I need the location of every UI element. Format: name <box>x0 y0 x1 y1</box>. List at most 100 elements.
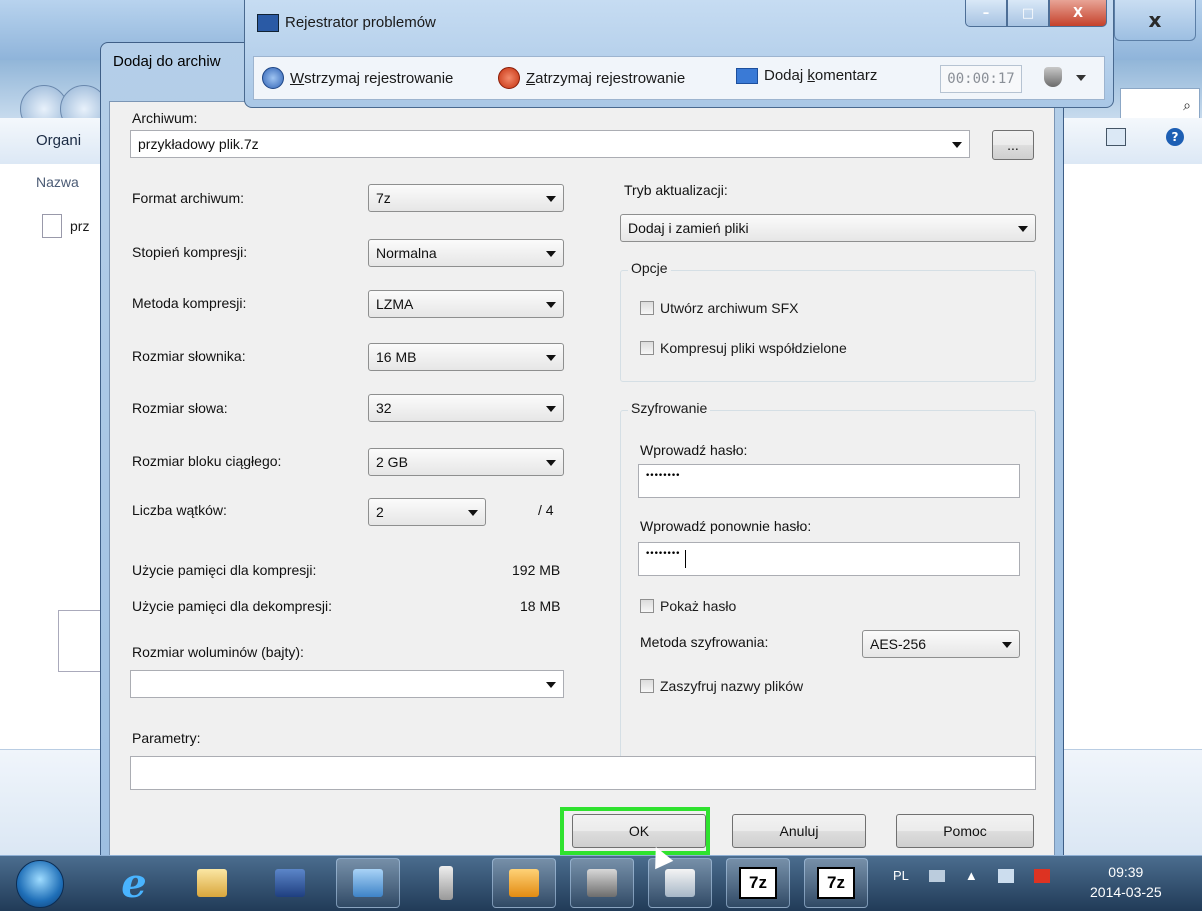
chevron-down-icon <box>952 142 962 148</box>
block-select[interactable]: 2 GB <box>368 448 564 476</box>
word-select[interactable]: 32 <box>368 394 564 422</box>
system-tray: PL ▲ <box>893 868 1050 883</box>
show-password-checkbox[interactable]: Pokaż hasło <box>640 598 736 614</box>
format-value: 7z <box>376 190 391 206</box>
dict-label: Rozmiar słownika: <box>132 348 246 364</box>
add-to-archive-dialog: Dodaj do archiw Archiwum: przykładowy pl… <box>100 42 1064 861</box>
recorder-app-icon <box>257 14 279 32</box>
sfx-checkbox[interactable]: Utwórz archiwum SFX <box>640 300 798 316</box>
dialog-title: Dodaj do archiw <box>113 53 221 70</box>
column-header-name[interactable]: Nazwa <box>36 174 79 190</box>
volume-combo[interactable] <box>130 670 564 698</box>
maximize-button[interactable]: □ <box>1007 0 1049 27</box>
cancel-button[interactable]: Anuluj <box>732 814 866 848</box>
problem-recorder-window: Rejestrator problemów – □ X Wstrzymaj re… <box>244 0 1114 108</box>
threads-value: 2 <box>376 504 384 520</box>
recorder-toolbar: Wstrzymaj rejestrowanie Zatrzymaj rejest… <box>253 56 1105 100</box>
window-icon <box>665 869 695 897</box>
chevron-down-icon <box>546 302 556 308</box>
clock-time: 09:39 <box>1108 864 1144 880</box>
keyboard-icon[interactable] <box>928 869 945 882</box>
sevenzip-button-2[interactable]: 7z <box>804 858 868 908</box>
encrypt-names-label: Zaszyfruj nazwy plików <box>660 678 804 694</box>
block-label: Rozmiar bloku ciągłego: <box>132 453 282 469</box>
sfx-label: Utwórz archiwum SFX <box>660 300 799 316</box>
comment-label: omentarz <box>814 67 878 84</box>
language-indicator[interactable]: PL <box>893 868 909 883</box>
chevron-down-icon <box>546 355 556 361</box>
help-button[interactable]: Pomoc <box>896 814 1034 848</box>
clock[interactable]: 09:39 2014-03-25 <box>1090 862 1162 902</box>
update-label: Tryb aktualizacji: <box>624 182 728 198</box>
checkbox-box <box>640 301 654 315</box>
checkbox-box <box>640 679 654 693</box>
chevron-down-icon <box>1002 642 1012 648</box>
archive-path-combo[interactable]: przykładowy plik.7z <box>130 130 970 158</box>
comment-hotkey: k <box>807 67 815 84</box>
control-panel-button[interactable] <box>336 858 400 908</box>
pause-icon <box>262 67 284 89</box>
comment-pre: Dodaj <box>764 67 808 84</box>
explorer-taskbar-button[interactable] <box>180 858 244 908</box>
pause-label: strzymaj rejestrowanie <box>304 69 454 87</box>
method-value: LZMA <box>376 296 414 312</box>
explorer-close-button[interactable]: x <box>1114 0 1196 41</box>
outlook-button[interactable] <box>492 858 556 908</box>
recorder-taskbar-button[interactable] <box>570 858 634 908</box>
threads-select[interactable]: 2 <box>368 498 486 526</box>
shared-label: Kompresuj pliki współdzielone <box>660 340 847 356</box>
help-icon[interactable]: ? <box>1166 128 1184 146</box>
password-field[interactable]: •••••••• <box>638 464 1020 498</box>
chevron-down-icon <box>1018 226 1028 232</box>
encrypt-names-checkbox[interactable]: Zaszyfruj nazwy plików <box>640 678 803 694</box>
show-hidden-icons-icon[interactable]: ▲ <box>965 868 978 883</box>
mem-decomp-value: 18 MB <box>520 598 561 614</box>
enc-method-label: Metoda szyfrowania: <box>640 634 769 650</box>
method-select[interactable]: LZMA <box>368 290 564 318</box>
recorder-title: Rejestrator problemów <box>285 14 436 31</box>
internet-explorer-button[interactable]: e <box>102 858 166 908</box>
close-button[interactable]: X <box>1049 0 1107 27</box>
network-status-icon[interactable] <box>997 868 1014 883</box>
method-label: Metoda kompresji: <box>132 295 247 311</box>
archive-path-value: przykładowy plik.7z <box>138 136 259 152</box>
minimize-button[interactable]: – <box>965 0 1007 27</box>
pause-recording-button[interactable]: Wstrzymaj rejestrowanie <box>262 67 453 89</box>
recording-timer: 00:00:17 <box>940 65 1022 93</box>
stop-label: atrzymaj rejestrowanie <box>535 69 686 87</box>
password-confirm-field[interactable]: •••••••• <box>638 542 1020 576</box>
chevron-down-icon <box>468 510 478 516</box>
enc-method-select[interactable]: AES-256 <box>862 630 1020 658</box>
dict-value: 16 MB <box>376 349 417 365</box>
sevenzip-button-1[interactable]: 7z <box>726 858 790 908</box>
7zip-icon: 7z <box>817 867 855 899</box>
add-comment-button[interactable]: Dodaj komentarz <box>736 67 877 84</box>
format-select[interactable]: 7z <box>368 184 564 212</box>
document-icon <box>42 214 62 238</box>
options-title: Opcje <box>628 260 671 276</box>
stop-recording-button[interactable]: Zatrzymaj rejestrowanie <box>498 67 685 89</box>
threads-label: Liczba wątków: <box>132 502 227 518</box>
volume-muted-icon[interactable] <box>1033 868 1050 883</box>
organize-menu[interactable]: Organi <box>36 132 81 149</box>
network-icon <box>275 869 305 897</box>
mem-comp-label: Użycie pamięci dla kompresji: <box>132 562 317 578</box>
shield-icon[interactable] <box>1044 67 1062 87</box>
level-select[interactable]: Normalna <box>368 239 564 267</box>
password-confirm-value: •••••••• <box>645 549 680 559</box>
preview-pane-icon[interactable] <box>1106 128 1126 146</box>
update-value: Dodaj i zamień pliki <box>628 220 749 236</box>
update-select[interactable]: Dodaj i zamień pliki <box>620 214 1036 242</box>
chevron-down-icon <box>546 406 556 412</box>
chevron-down-icon[interactable] <box>1076 75 1086 81</box>
level-label: Stopień kompresji: <box>132 244 248 260</box>
file-item[interactable]: prz <box>42 214 89 238</box>
params-field[interactable] <box>130 756 1036 790</box>
start-button[interactable] <box>16 860 64 908</box>
shared-checkbox[interactable]: Kompresuj pliki współdzielone <box>640 340 847 356</box>
network-app-button[interactable] <box>258 858 322 908</box>
enc-method-value: AES-256 <box>870 636 927 652</box>
remote-app-button[interactable] <box>414 858 478 908</box>
browse-button[interactable]: ... <box>992 130 1034 160</box>
dict-select[interactable]: 16 MB <box>368 343 564 371</box>
